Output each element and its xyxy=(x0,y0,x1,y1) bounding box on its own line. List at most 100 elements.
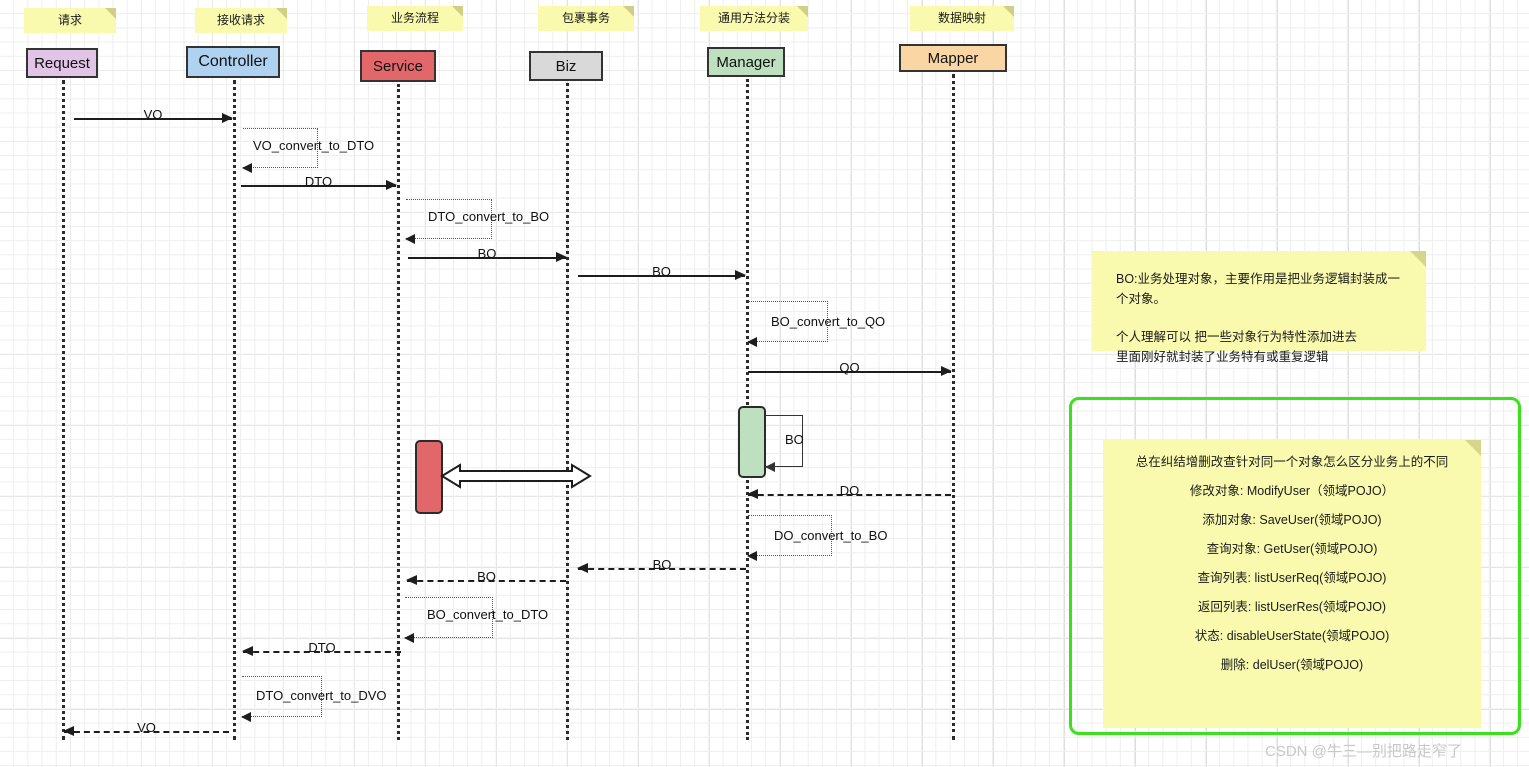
lifeline-tag-label: 请求 xyxy=(57,13,82,27)
message-label: VO xyxy=(137,720,156,735)
lifeline-service xyxy=(397,84,400,740)
self-message-bottom-line xyxy=(242,716,322,717)
self-message-label-vo-convert-to-dto: VO_convert_to_DTO xyxy=(253,138,375,153)
message-label: BO xyxy=(652,557,672,572)
self-message-top-line xyxy=(243,128,318,129)
note-line: 状态: disableUserState(领域POJO) xyxy=(1194,629,1390,643)
activation-bar-manager[interactable] xyxy=(738,406,766,478)
fold-corner-icon xyxy=(1410,251,1426,267)
note-line-3: 里面刚好就封装了业务特有或重复逻辑 xyxy=(1116,350,1329,364)
self-message-label-bo-convert-to-dto: BO_convert_to_DTO xyxy=(427,607,549,622)
self-message-bottom-line xyxy=(748,555,832,556)
participant-label: Biz xyxy=(555,57,577,75)
self-message-bottom-line xyxy=(405,637,493,638)
self-message-top-line xyxy=(766,415,803,416)
lifeline-tag-label: 包裹事务 xyxy=(561,11,610,25)
arrowhead-right-icon xyxy=(735,270,746,280)
self-message-bottom-line xyxy=(406,238,492,239)
lifeline-biz xyxy=(566,83,569,740)
self-message-bottom-line xyxy=(243,167,318,168)
fold-corner-icon xyxy=(1465,440,1481,456)
arrowhead-left-icon xyxy=(406,575,417,585)
self-message-top-line xyxy=(748,301,828,302)
fold-corner-icon xyxy=(797,6,808,17)
lifeline-mapper xyxy=(952,74,955,740)
participant-label: Controller xyxy=(198,53,268,70)
fold-corner-icon xyxy=(276,8,287,19)
self-message-top-line xyxy=(406,199,492,200)
note-body: 总在纠结增删改查针对同一个对象怎么区分业务上的不同 修改对象: ModifyUs… xyxy=(1103,440,1481,688)
message-label: DTO xyxy=(304,174,333,189)
self-message-label-do-convert-to-bo: DO_convert_to_BO xyxy=(774,528,888,543)
fold-corner-icon xyxy=(623,6,634,17)
participant-label: Manager xyxy=(716,53,776,71)
self-message-top-line xyxy=(242,676,322,677)
lifeline-tag-manager: 通用方法分装 xyxy=(700,6,808,31)
message-label: VO xyxy=(143,107,163,122)
message-label: DO xyxy=(839,483,860,498)
lifeline-tag-biz: 包裹事务 xyxy=(538,6,634,31)
self-message-top-line xyxy=(748,515,832,516)
self-message-label-dto-convert-to-bo: DTO_convert_to_BO xyxy=(428,209,550,224)
lifeline-tag-controller: 接收请求 xyxy=(195,8,287,33)
diagram-canvas: 请求 接收请求 业务流程 包裹事务 通用方法分装 数据映射 Request Co… xyxy=(0,0,1529,767)
message-label: BO xyxy=(652,264,671,279)
participant-label: Mapper xyxy=(927,49,979,67)
arrowhead-left-icon xyxy=(577,563,588,573)
arrowhead-left-icon xyxy=(242,163,252,173)
fold-corner-icon xyxy=(452,6,463,17)
lifeline-tag-label: 通用方法分装 xyxy=(717,11,790,25)
arrowhead-right-icon xyxy=(222,113,233,123)
participant-mapper[interactable]: Mapper xyxy=(899,44,1007,72)
arrowhead-left-icon xyxy=(241,712,251,722)
participant-manager[interactable]: Manager xyxy=(707,47,785,77)
arrowhead-left-icon xyxy=(747,337,757,347)
note-pojo-naming: 总在纠结增删改查针对同一个对象怎么区分业务上的不同 修改对象: ModifyUs… xyxy=(1103,440,1481,728)
double-headed-arrow xyxy=(440,463,592,489)
message-label: BO xyxy=(477,246,497,261)
arrowhead-left-icon xyxy=(405,234,415,244)
self-message-label-bo-manager: BO xyxy=(785,432,804,447)
lifeline-tag-service: 业务流程 xyxy=(367,6,463,31)
lifeline-controller xyxy=(233,80,236,740)
note-line-2: 个人理解可以 把一些对象行为特性添加进去 xyxy=(1116,330,1357,344)
lifeline-request xyxy=(62,80,65,740)
fold-corner-icon xyxy=(1003,6,1014,17)
message-label: QO xyxy=(839,360,860,375)
note-line-1: BO:业务处理对象，主要作用是把业务逻辑封装成一个对象。 xyxy=(1116,272,1401,306)
note-body: BO:业务处理对象，主要作用是把业务逻辑封装成一个对象。 个人理解可以 把一些对… xyxy=(1092,251,1426,385)
participant-biz[interactable]: Biz xyxy=(529,51,603,81)
watermark: CSDN @牛三—别把路走窄了 xyxy=(1265,743,1462,760)
arrowhead-left-icon xyxy=(404,633,414,643)
participant-label: Service xyxy=(372,57,424,75)
fold-corner-icon xyxy=(105,8,116,19)
message-label: BO xyxy=(477,569,496,584)
note-line: 查询对象: GetUser(领域POJO) xyxy=(1206,542,1378,556)
participant-label: Request xyxy=(34,54,90,72)
lifeline-tag-label: 数据映射 xyxy=(937,11,986,25)
arrowhead-right-icon xyxy=(941,366,952,376)
note-line: 总在纠结增删改查针对同一个对象怎么区分业务上的不同 xyxy=(1135,455,1449,469)
note-line: 添加对象: SaveUser(领域POJO) xyxy=(1202,513,1382,527)
lifeline-tag-request: 请求 xyxy=(24,8,116,33)
arrowhead-right-icon xyxy=(386,180,397,190)
arrowhead-left-icon xyxy=(63,726,74,736)
arrowhead-right-icon xyxy=(556,252,567,262)
self-message-label-dto-convert-to-dvo: DTO_convert_to_DVO xyxy=(256,688,387,703)
activation-bar-service[interactable] xyxy=(415,440,443,514)
lifeline-tag-label: 业务流程 xyxy=(390,11,439,25)
arrowhead-left-icon xyxy=(747,551,757,561)
participant-service[interactable]: Service xyxy=(360,50,436,82)
self-message-bottom-line xyxy=(748,341,828,342)
arrowhead-left-icon xyxy=(747,489,758,499)
arrowhead-left-icon xyxy=(242,646,253,656)
arrowhead-left-icon xyxy=(765,462,775,472)
self-message-label-bo-convert-to-qo: BO_convert_to_QO xyxy=(771,314,886,329)
participant-request[interactable]: Request xyxy=(26,48,98,78)
lifeline-tag-label: 接收请求 xyxy=(216,13,265,27)
message-label: DTO xyxy=(308,640,336,655)
note-line: 删除: delUser(领域POJO) xyxy=(1220,658,1364,672)
note-line: 返回列表: listUserRes(领域POJO) xyxy=(1197,600,1387,614)
participant-controller[interactable]: Controller xyxy=(186,46,280,78)
self-message-top-line xyxy=(405,597,493,598)
